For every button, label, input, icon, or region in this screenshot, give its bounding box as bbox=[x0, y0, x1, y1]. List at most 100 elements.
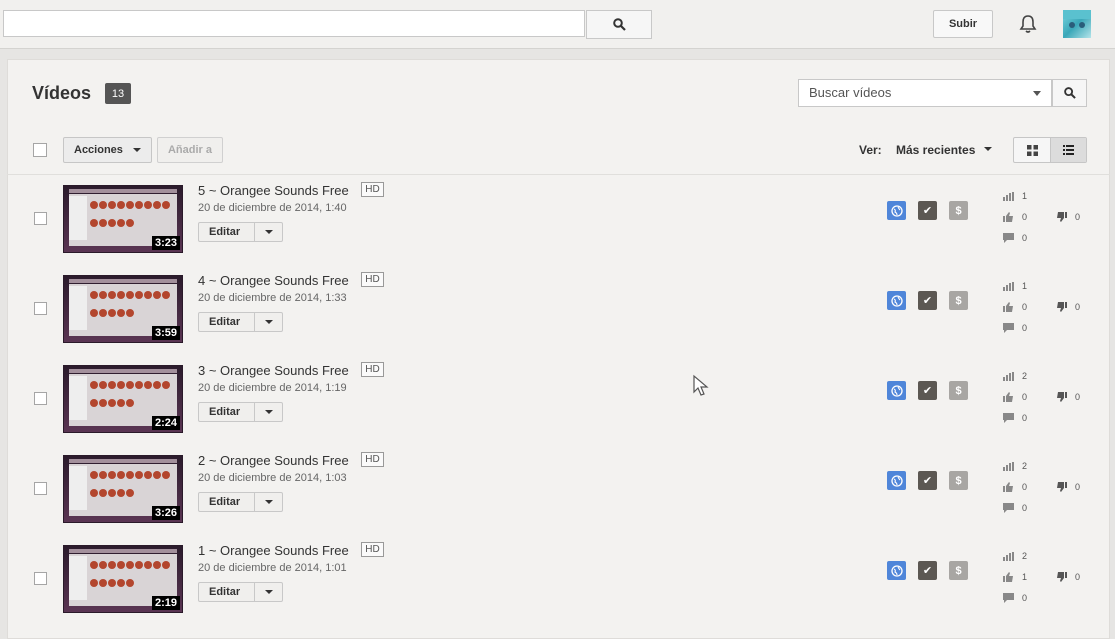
avatar[interactable] bbox=[1063, 10, 1091, 38]
thumb-sidebar bbox=[69, 196, 87, 240]
upload-button[interactable]: Subir bbox=[933, 10, 993, 38]
dollar-icon[interactable]: $ bbox=[949, 471, 968, 490]
edit-dropdown[interactable] bbox=[254, 583, 283, 601]
thumb-circles bbox=[90, 198, 176, 234]
checkmark-icon[interactable]: ✔ bbox=[918, 471, 937, 490]
hd-badge: HD bbox=[361, 542, 384, 557]
chevron-down-icon bbox=[265, 320, 273, 324]
like-count: 0 bbox=[1003, 302, 1027, 312]
add-to-button[interactable]: Añadir a bbox=[157, 137, 223, 163]
site-search-input[interactable] bbox=[3, 10, 585, 37]
notifications-button[interactable] bbox=[1017, 12, 1039, 36]
thumb-dot bbox=[135, 201, 143, 209]
dollar-icon[interactable]: $ bbox=[949, 201, 968, 220]
thumbs-up-icon bbox=[1003, 212, 1013, 222]
comment-count: 0 bbox=[1003, 593, 1027, 603]
thumb-dot bbox=[99, 489, 107, 497]
edit-dropdown[interactable] bbox=[254, 403, 283, 421]
thumb-dot bbox=[126, 291, 134, 299]
dislike-count: 0 bbox=[1056, 212, 1080, 222]
public-status[interactable] bbox=[887, 381, 906, 400]
video-title[interactable]: 4 ~ Orangee Sounds Free bbox=[198, 273, 349, 288]
edit-dropdown[interactable] bbox=[254, 223, 283, 241]
hd-badge: HD bbox=[361, 182, 384, 197]
video-thumbnail[interactable]: 3:59 bbox=[63, 275, 183, 343]
video-search-input[interactable]: Buscar vídeos bbox=[798, 79, 1052, 107]
video-title[interactable]: 1 ~ Orangee Sounds Free bbox=[198, 543, 349, 558]
checkmark-icon[interactable]: ✔ bbox=[918, 291, 937, 310]
video-thumbnail[interactable]: 3:26 bbox=[63, 455, 183, 523]
thumb-dot bbox=[108, 201, 116, 209]
thumbs-up-icon bbox=[1003, 392, 1013, 402]
globe-icon bbox=[890, 294, 903, 307]
edit-button[interactable]: Editar bbox=[198, 582, 283, 602]
video-duration: 3:59 bbox=[151, 326, 180, 340]
actions-dropdown[interactable]: Acciones bbox=[63, 137, 152, 163]
thumb-dot bbox=[126, 201, 134, 209]
dollar-icon[interactable]: $ bbox=[949, 561, 968, 580]
thumb-titlebar bbox=[69, 189, 177, 193]
video-thumbnail[interactable]: 2:24 bbox=[63, 365, 183, 433]
edit-button[interactable]: Editar bbox=[198, 492, 283, 512]
video-checkbox[interactable] bbox=[34, 392, 47, 405]
actions-label: Acciones bbox=[74, 144, 123, 156]
video-title[interactable]: 5 ~ Orangee Sounds Free bbox=[198, 183, 349, 198]
page-title: Vídeos bbox=[32, 83, 92, 103]
thumb-dot bbox=[108, 561, 116, 569]
select-all-checkbox[interactable] bbox=[33, 143, 47, 157]
like-count: 0 bbox=[1003, 392, 1027, 402]
thumb-dot bbox=[108, 291, 116, 299]
thumb-sidebar bbox=[69, 376, 87, 420]
comment-count-value: 0 bbox=[1022, 503, 1028, 513]
thumb-dot bbox=[162, 291, 170, 299]
video-search-placeholder: Buscar vídeos bbox=[809, 85, 892, 100]
public-status[interactable] bbox=[887, 291, 906, 310]
sort-dropdown[interactable]: Más recientes bbox=[896, 143, 992, 157]
grid-view-button[interactable] bbox=[1014, 138, 1051, 162]
video-checkbox[interactable] bbox=[34, 302, 47, 315]
edit-dropdown[interactable] bbox=[254, 493, 283, 511]
search-icon bbox=[612, 18, 626, 31]
video-title[interactable]: 2 ~ Orangee Sounds Free bbox=[198, 453, 349, 468]
edit-button[interactable]: Editar bbox=[198, 222, 283, 242]
thumb-dot bbox=[117, 219, 125, 227]
site-search-button[interactable] bbox=[586, 10, 652, 39]
edit-dropdown[interactable] bbox=[254, 313, 283, 331]
video-thumbnail[interactable]: 3:23 bbox=[63, 185, 183, 253]
dollar-icon[interactable]: $ bbox=[949, 291, 968, 310]
comment-count: 0 bbox=[1003, 233, 1027, 243]
globe-icon bbox=[890, 384, 903, 397]
chevron-down-icon bbox=[265, 500, 273, 504]
checkmark-icon[interactable]: ✔ bbox=[918, 381, 937, 400]
video-checkbox[interactable] bbox=[34, 212, 47, 225]
video-checkbox[interactable] bbox=[34, 572, 47, 585]
public-status[interactable] bbox=[887, 561, 906, 580]
video-thumbnail[interactable]: 2:19 bbox=[63, 545, 183, 613]
view-count-value: 2 bbox=[1022, 461, 1028, 471]
thumbs-down-icon bbox=[1057, 302, 1067, 312]
dislike-count-value: 0 bbox=[1075, 302, 1081, 312]
list-view-icon bbox=[1063, 145, 1074, 155]
edit-label: Editar bbox=[209, 406, 241, 418]
edit-button[interactable]: Editar bbox=[198, 312, 283, 332]
thumb-dot bbox=[90, 489, 98, 497]
video-duration: 3:23 bbox=[151, 236, 180, 250]
dollar-icon[interactable]: $ bbox=[949, 381, 968, 400]
comment-count-value: 0 bbox=[1022, 323, 1028, 333]
checkmark-icon[interactable]: ✔ bbox=[918, 201, 937, 220]
thumb-dot bbox=[126, 471, 134, 479]
video-title[interactable]: 3 ~ Orangee Sounds Free bbox=[198, 363, 349, 378]
view-count-value: 1 bbox=[1022, 281, 1028, 291]
video-checkbox[interactable] bbox=[34, 482, 47, 495]
top-bar: Subir bbox=[0, 0, 1115, 49]
thumb-dot bbox=[108, 489, 116, 497]
public-status[interactable] bbox=[887, 201, 906, 220]
edit-button[interactable]: Editar bbox=[198, 402, 283, 422]
chevron-down-icon[interactable] bbox=[1033, 91, 1041, 96]
checkmark-icon[interactable]: ✔ bbox=[918, 561, 937, 580]
list-view-button[interactable] bbox=[1051, 138, 1086, 162]
like-count: 0 bbox=[1003, 482, 1027, 492]
thumbs-down-icon bbox=[1057, 482, 1067, 492]
video-search-button[interactable] bbox=[1052, 79, 1087, 107]
public-status[interactable] bbox=[887, 471, 906, 490]
